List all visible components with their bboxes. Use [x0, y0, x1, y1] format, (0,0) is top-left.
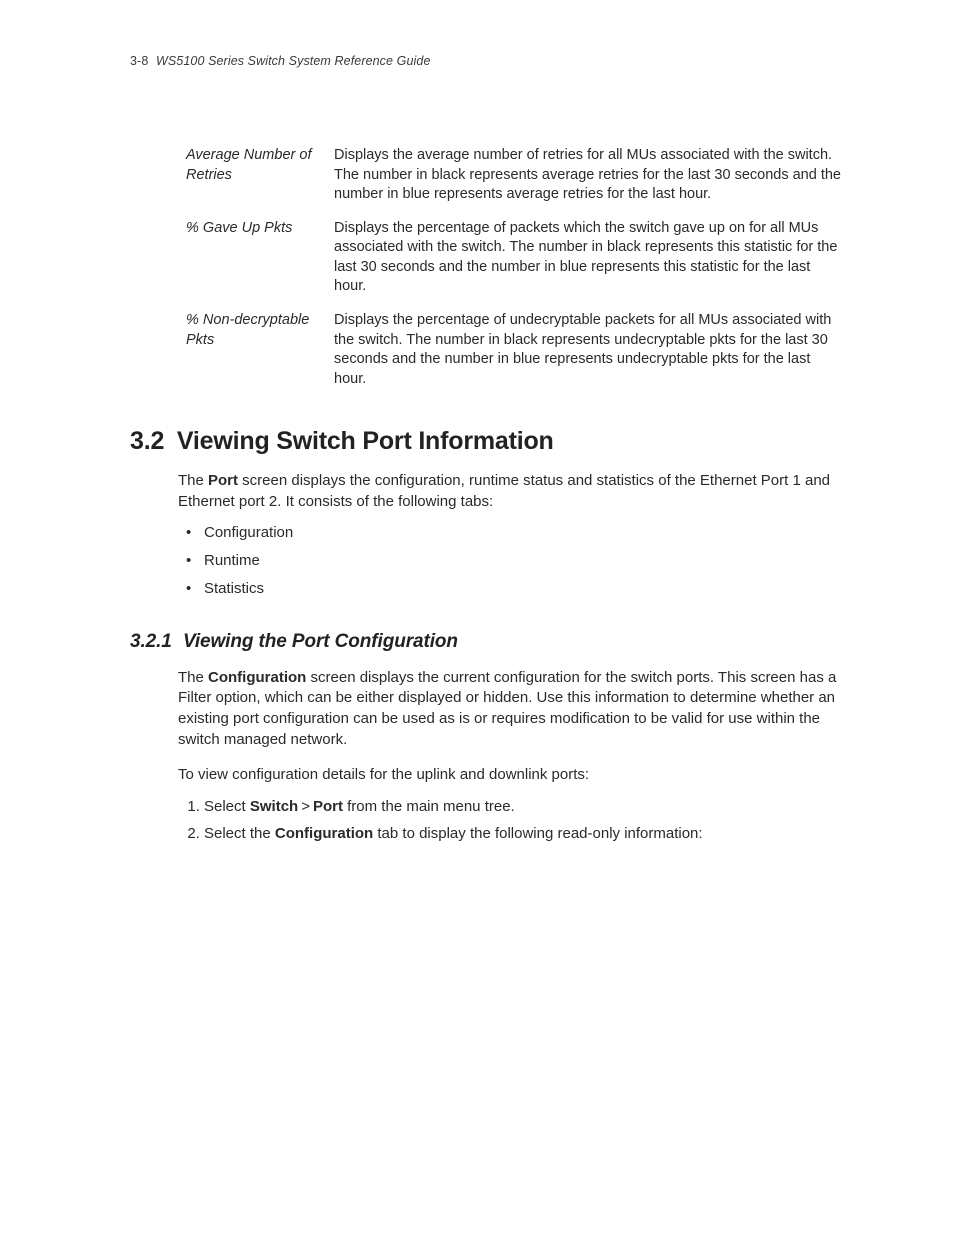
- step-item: Select the Configuration tab to display …: [204, 823, 844, 846]
- tab-list: Configuration Runtime Statistics: [178, 521, 844, 601]
- paragraph: The Configuration screen displays the cu…: [178, 668, 844, 751]
- text: Select: [204, 798, 250, 815]
- keyword-switch: Switch: [250, 798, 298, 815]
- page: 3-8 WS5100 Series Switch System Referenc…: [0, 0, 954, 1235]
- definition-desc: Displays the percentage of undecryptable…: [334, 311, 844, 389]
- breadcrumb-separator: >: [301, 798, 310, 815]
- paragraph: To view configuration details for the up…: [178, 765, 844, 786]
- book-title: WS5100 Series Switch System Reference Gu…: [156, 54, 431, 68]
- definition-list: Average Number of Retries Displays the a…: [186, 146, 844, 389]
- keyword-configuration: Configuration: [208, 669, 306, 686]
- text: tab to display the following read-only i…: [373, 825, 702, 842]
- heading-title: Viewing the Port Configuration: [183, 631, 458, 652]
- definition-row: % Non-decryptable Pkts Displays the perc…: [186, 311, 844, 389]
- page-number: 3-8: [130, 54, 148, 68]
- list-item: Configuration: [204, 521, 844, 545]
- definition-term: % Non-decryptable Pkts: [186, 311, 334, 350]
- heading-title: Viewing Switch Port Information: [177, 427, 554, 455]
- keyword-configuration: Configuration: [275, 825, 373, 842]
- text: The: [178, 472, 208, 489]
- text: The: [178, 669, 208, 686]
- text: Select the: [204, 825, 275, 842]
- definition-term: Average Number of Retries: [186, 146, 334, 185]
- list-item: Runtime: [204, 549, 844, 573]
- step-item: Select Switch>Port from the main menu tr…: [204, 796, 844, 819]
- step-list: Select Switch>Port from the main menu tr…: [178, 796, 844, 845]
- text: screen displays the configuration, runti…: [178, 472, 830, 510]
- definition-desc: Displays the average number of retries f…: [334, 146, 844, 205]
- definition-row: % Gave Up Pkts Displays the percentage o…: [186, 219, 844, 297]
- heading-number: 3.2: [130, 427, 164, 455]
- list-item: Statistics: [204, 577, 844, 601]
- definition-term: % Gave Up Pkts: [186, 219, 334, 239]
- definition-desc: Displays the percentage of packets which…: [334, 219, 844, 297]
- definition-row: Average Number of Retries Displays the a…: [186, 146, 844, 205]
- heading-3-2: 3.2 Viewing Switch Port Information: [130, 427, 844, 456]
- section-intro: The Port screen displays the configurati…: [178, 471, 844, 512]
- keyword-port: Port: [208, 472, 238, 489]
- running-header: 3-8 WS5100 Series Switch System Referenc…: [130, 54, 844, 68]
- text: from the main menu tree.: [343, 798, 515, 815]
- heading-3-2-1: 3.2.1 Viewing the Port Configuration: [130, 631, 844, 653]
- heading-number: 3.2.1: [130, 631, 172, 652]
- keyword-port: Port: [313, 798, 343, 815]
